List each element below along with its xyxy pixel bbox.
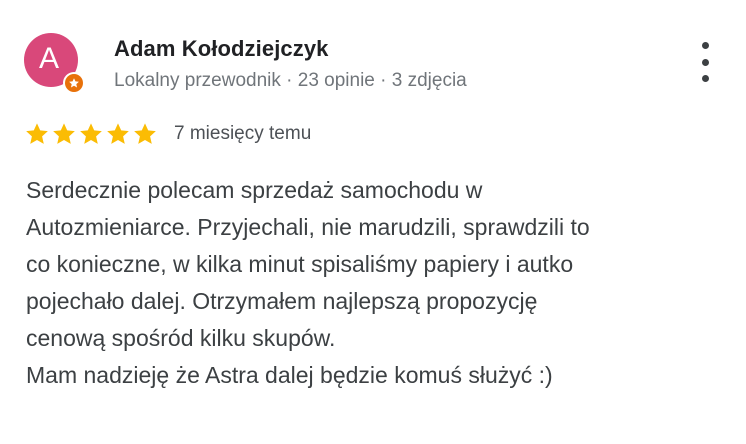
star-icon (107, 123, 129, 144)
review-text-line: Mam nadzieję że Astra dalej będzie komuś… (26, 362, 553, 388)
review-text-line: cenową spośród kilku skupów. (26, 325, 336, 351)
more-vert-icon (701, 75, 709, 82)
review-text-line: pojechało dalej. Otrzymałem najlepszą pr… (26, 288, 538, 314)
more-options-button[interactable] (690, 42, 720, 82)
star-icon (53, 123, 75, 144)
star-icon (134, 123, 156, 144)
rating-row: 7 miesięcy temu (24, 120, 311, 148)
author-meta: Lokalny przewodnik · 23 opinie · 3 zdjęc… (114, 70, 467, 91)
review-card: A Adam Kołodziejczyk Lokalny przewodnik … (0, 0, 746, 444)
review-text-line: Serdecznie polecam sprzedaż samochodu w (26, 177, 483, 203)
review-date: 7 miesięcy temu (174, 123, 312, 144)
review-text-line: Autozmieniarce. Przyjechali, nie marudzi… (26, 214, 590, 240)
local-guide-star-icon (65, 74, 83, 92)
star-icon (26, 123, 48, 144)
more-vert-icon (701, 42, 709, 49)
author-name[interactable]: Adam Kołodziejczyk (114, 36, 329, 62)
more-vert-icon (701, 58, 709, 66)
avatar-letter: A (38, 42, 59, 75)
star-icon (80, 123, 102, 144)
star-rating (24, 121, 158, 147)
local-guide-badge (63, 72, 85, 94)
review-text-line: co konieczne, w kilka minut spisaliśmy p… (26, 251, 574, 277)
review-text: Serdecznie polecam sprzedaż samochodu w A… (26, 172, 726, 394)
